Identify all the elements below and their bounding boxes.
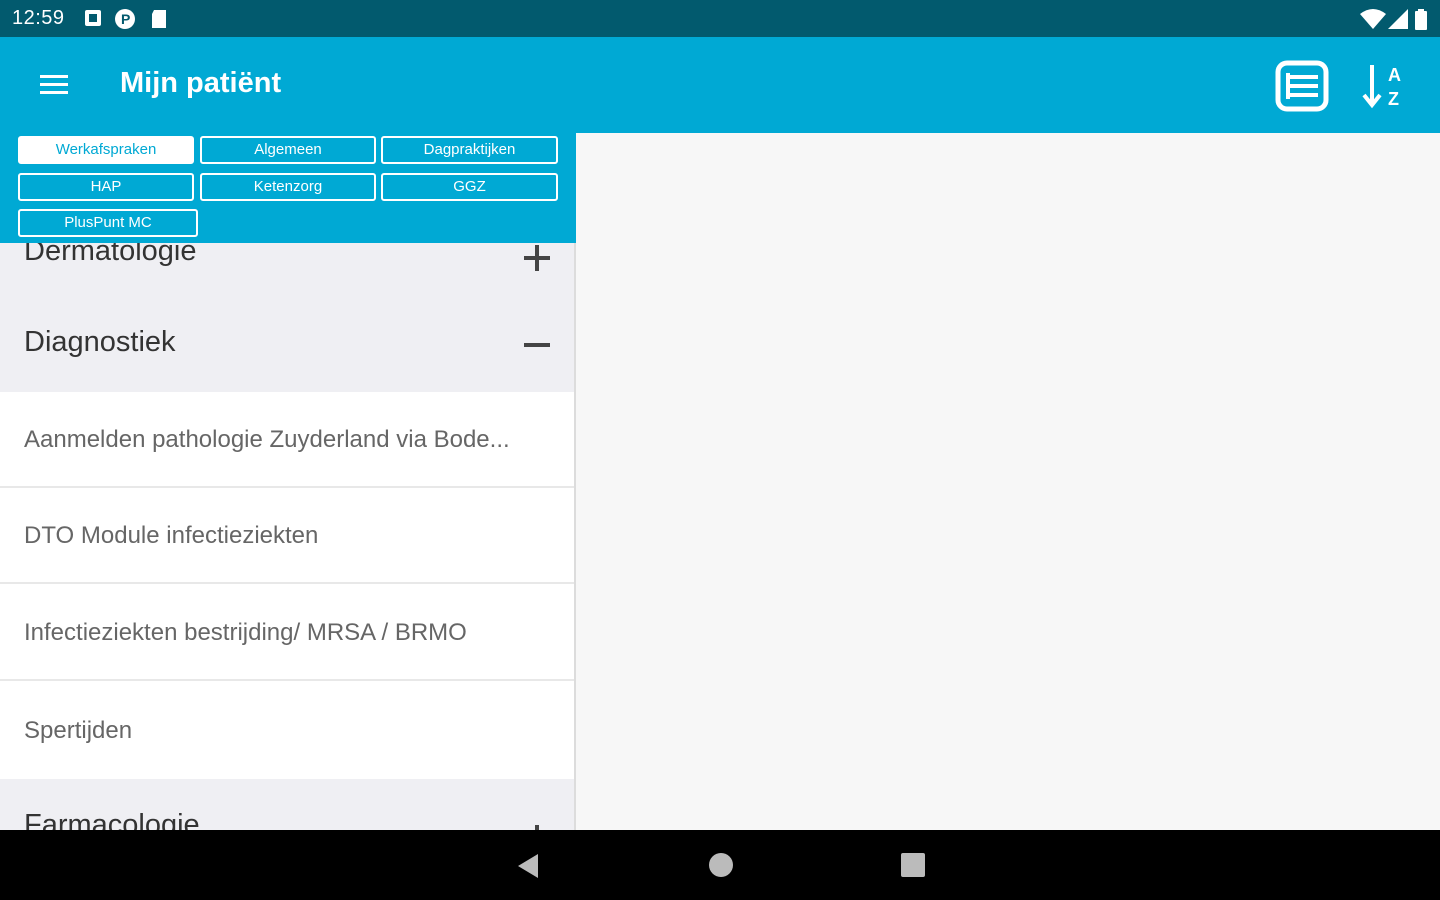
list-item[interactable]: DTO Module infectieziekten <box>0 488 574 584</box>
menu-button[interactable] <box>28 63 80 107</box>
chip-dagpraktijken[interactable]: Dagpraktijken <box>381 136 558 164</box>
wifi-icon <box>1360 9 1386 29</box>
section-diagnostiek[interactable]: Diagnostiek <box>0 296 574 392</box>
status-bar: 12:59 P <box>0 0 1440 37</box>
status-time: 12:59 <box>12 7 65 29</box>
list-view-icon <box>1275 60 1329 112</box>
recents-icon[interactable] <box>900 852 926 878</box>
chip-werkafspraken[interactable]: Werkafspraken <box>18 136 194 164</box>
app-bar: Mijn patiënt A Z <box>0 37 1440 133</box>
section-label: Diagnostiek <box>24 326 176 358</box>
chip-algemeen[interactable]: Algemeen <box>200 136 376 164</box>
list-view-button[interactable] <box>1274 59 1330 113</box>
svg-text:P: P <box>121 11 130 27</box>
list-item-label: DTO Module infectieziekten <box>24 522 319 549</box>
filter-chip-panel: Werkafspraken Algemeen Dagpraktijken HAP… <box>0 133 576 243</box>
section-farmacologie[interactable]: Farmacologie <box>0 779 574 830</box>
navigation-bar <box>0 830 1440 900</box>
sd-card-icon <box>152 10 166 28</box>
expand-plus-icon[interactable] <box>524 245 550 271</box>
menu-icon <box>40 75 68 94</box>
page-title: Mijn patiënt <box>120 67 282 99</box>
collapse-minus-icon[interactable] <box>524 342 550 348</box>
list-item[interactable]: Spertijden <box>0 683 574 779</box>
list-item-label: Spertijden <box>24 717 133 744</box>
list-item-label: Aanmelden pathologie Zuyderland via Bode… <box>24 426 510 453</box>
detail-pane <box>577 133 1440 830</box>
sort-letter-a: A <box>1388 65 1401 85</box>
sort-button[interactable]: A Z <box>1360 59 1412 113</box>
chip-ggz[interactable]: GGZ <box>381 173 558 201</box>
list-item[interactable]: Aanmelden pathologie Zuyderland via Bode… <box>0 392 574 488</box>
battery-icon <box>1415 9 1427 30</box>
notification-icon <box>85 10 101 26</box>
home-icon[interactable] <box>708 852 734 878</box>
section-label: Farmacologie <box>24 809 200 830</box>
p-app-icon: P <box>115 9 135 29</box>
back-icon[interactable] <box>514 852 542 880</box>
list-item[interactable]: Infectieziekten bestrijding/ MRSA / BRMO <box>0 585 574 681</box>
chip-hap[interactable]: HAP <box>18 173 194 201</box>
list-item-label: Infectieziekten bestrijding/ MRSA / BRMO <box>24 619 467 646</box>
sort-letter-z: Z <box>1388 89 1399 109</box>
sort-az-icon: A Z <box>1362 65 1401 109</box>
chip-pluspunt-mc[interactable]: PlusPunt MC <box>18 209 198 237</box>
signal-icon <box>1388 9 1408 29</box>
chip-ketenzorg[interactable]: Ketenzorg <box>200 173 376 201</box>
